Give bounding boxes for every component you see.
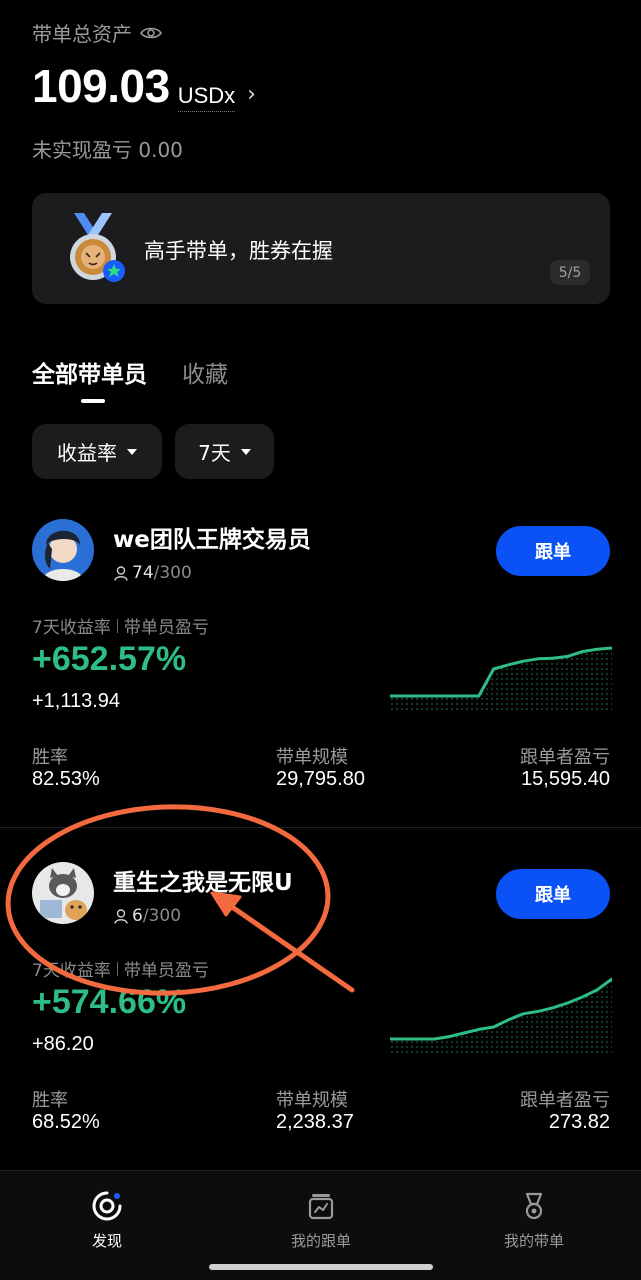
tab-indicator	[81, 399, 105, 403]
total-assets-label-row: 带单总资产	[32, 18, 162, 47]
separator	[116, 618, 118, 633]
nav-my-copy-trades[interactable]: 我的跟单	[261, 1190, 381, 1251]
win-rate-value: 68.52%	[32, 1111, 100, 1133]
period-filter-label: 7天	[198, 441, 231, 465]
total-assets-unit: USDx	[177, 81, 236, 112]
trader-pnl-value: +86.20	[32, 1033, 94, 1055]
total-assets-label: 带单总资产	[32, 22, 132, 46]
sparkline-area	[390, 979, 612, 1055]
win-rate-label: 胜率	[32, 747, 68, 768]
separator	[116, 961, 118, 976]
win-rate-label: 胜率	[32, 1090, 68, 1111]
copy-trade-icon	[308, 1194, 334, 1220]
win-rate-value: 82.53%	[32, 768, 100, 790]
period-filter-dropdown[interactable]: 7天	[175, 424, 274, 479]
annotation-arrow-line	[219, 897, 355, 993]
eye-icon[interactable]	[140, 25, 162, 41]
follower-count: 6/300	[114, 906, 181, 926]
follow-button[interactable]: 跟单	[496, 526, 610, 576]
trend-sparkline	[390, 977, 612, 1055]
roi-label-row: 7天收益率 带单员盈亏	[32, 613, 209, 638]
nav-my-lead-trades[interactable]: 我的带单	[474, 1190, 594, 1251]
follower-pnl-value: 15,595.40	[521, 768, 610, 790]
roi-value: +574.66%	[32, 983, 187, 1021]
sort-filter-dropdown[interactable]: 收益率	[32, 424, 162, 479]
roi-label: 7天收益率	[32, 961, 111, 981]
total-assets-value: 109.03	[32, 60, 170, 112]
unrealized-pnl-value: 0.00	[138, 138, 183, 162]
trader-avatar[interactable]	[32, 519, 94, 581]
caret-down-icon	[240, 448, 251, 455]
caret-down-icon	[127, 448, 137, 455]
nav-my-lead-trades-label: 我的带单	[503, 1232, 564, 1250]
aum-value: 29,795.80	[276, 768, 365, 790]
aum-label: 带单规模	[276, 747, 348, 768]
sort-filter-label: 收益率	[57, 441, 117, 465]
lead-trade-icon	[525, 1192, 543, 1220]
nav-my-copy-trades-label: 我的跟单	[290, 1232, 351, 1250]
chevron-right-icon[interactable]: ›	[247, 80, 256, 110]
medal-icon	[70, 213, 125, 282]
trader-name[interactable]: 重生之我是无限U	[113, 863, 293, 897]
unrealized-pnl-label: 未实现盈亏	[32, 138, 132, 162]
aum-value: 2,238.37	[276, 1111, 354, 1133]
follow-button[interactable]: 跟单	[496, 869, 610, 919]
person-icon	[114, 565, 128, 581]
trader-name[interactable]: we团队王牌交易员	[113, 520, 311, 554]
nav-discover-label: 发现	[91, 1232, 122, 1250]
follower-pnl-value: 273.82	[548, 1111, 610, 1133]
banner-text: 高手带单，胜券在握	[144, 239, 333, 263]
trend-sparkline	[390, 646, 612, 712]
person-icon	[114, 908, 128, 924]
home-indicator	[209, 1264, 433, 1270]
follower-pnl-label: 跟单者盈亏	[520, 1090, 610, 1111]
roi-label: 7天收益率	[32, 618, 111, 638]
follower-count-value: 6	[132, 906, 143, 926]
tab-favorites[interactable]: 收藏	[182, 355, 228, 389]
sparkline-area	[390, 648, 612, 712]
card-divider	[0, 827, 641, 828]
banner-page-indicator: 5/5	[550, 260, 590, 285]
aum-label: 带单规模	[276, 1090, 348, 1111]
follower-count-value: 74	[132, 563, 154, 583]
roi-value: +652.57%	[32, 640, 187, 678]
nav-discover[interactable]: 发现	[47, 1190, 167, 1251]
trader-pnl-value: +1,113.94	[32, 690, 121, 712]
follower-count-max: /300	[153, 563, 192, 583]
discover-icon	[92, 1191, 122, 1221]
follower-count-max: /300	[142, 906, 182, 926]
trader-pnl-label: 带单员盈亏	[123, 618, 209, 638]
unrealized-pnl-row: 未实现盈亏 0.00	[32, 134, 183, 163]
follower-count: 74/300	[114, 563, 192, 583]
trader-pnl-label: 带单员盈亏	[123, 961, 209, 981]
follower-pnl-label: 跟单者盈亏	[520, 747, 610, 768]
total-assets-row[interactable]: 109.03 USDx ›	[32, 58, 256, 114]
tab-all-traders[interactable]: 全部带单员	[32, 355, 147, 389]
roi-label-row: 7天收益率 带单员盈亏	[32, 956, 209, 981]
trader-avatar[interactable]	[32, 862, 94, 924]
